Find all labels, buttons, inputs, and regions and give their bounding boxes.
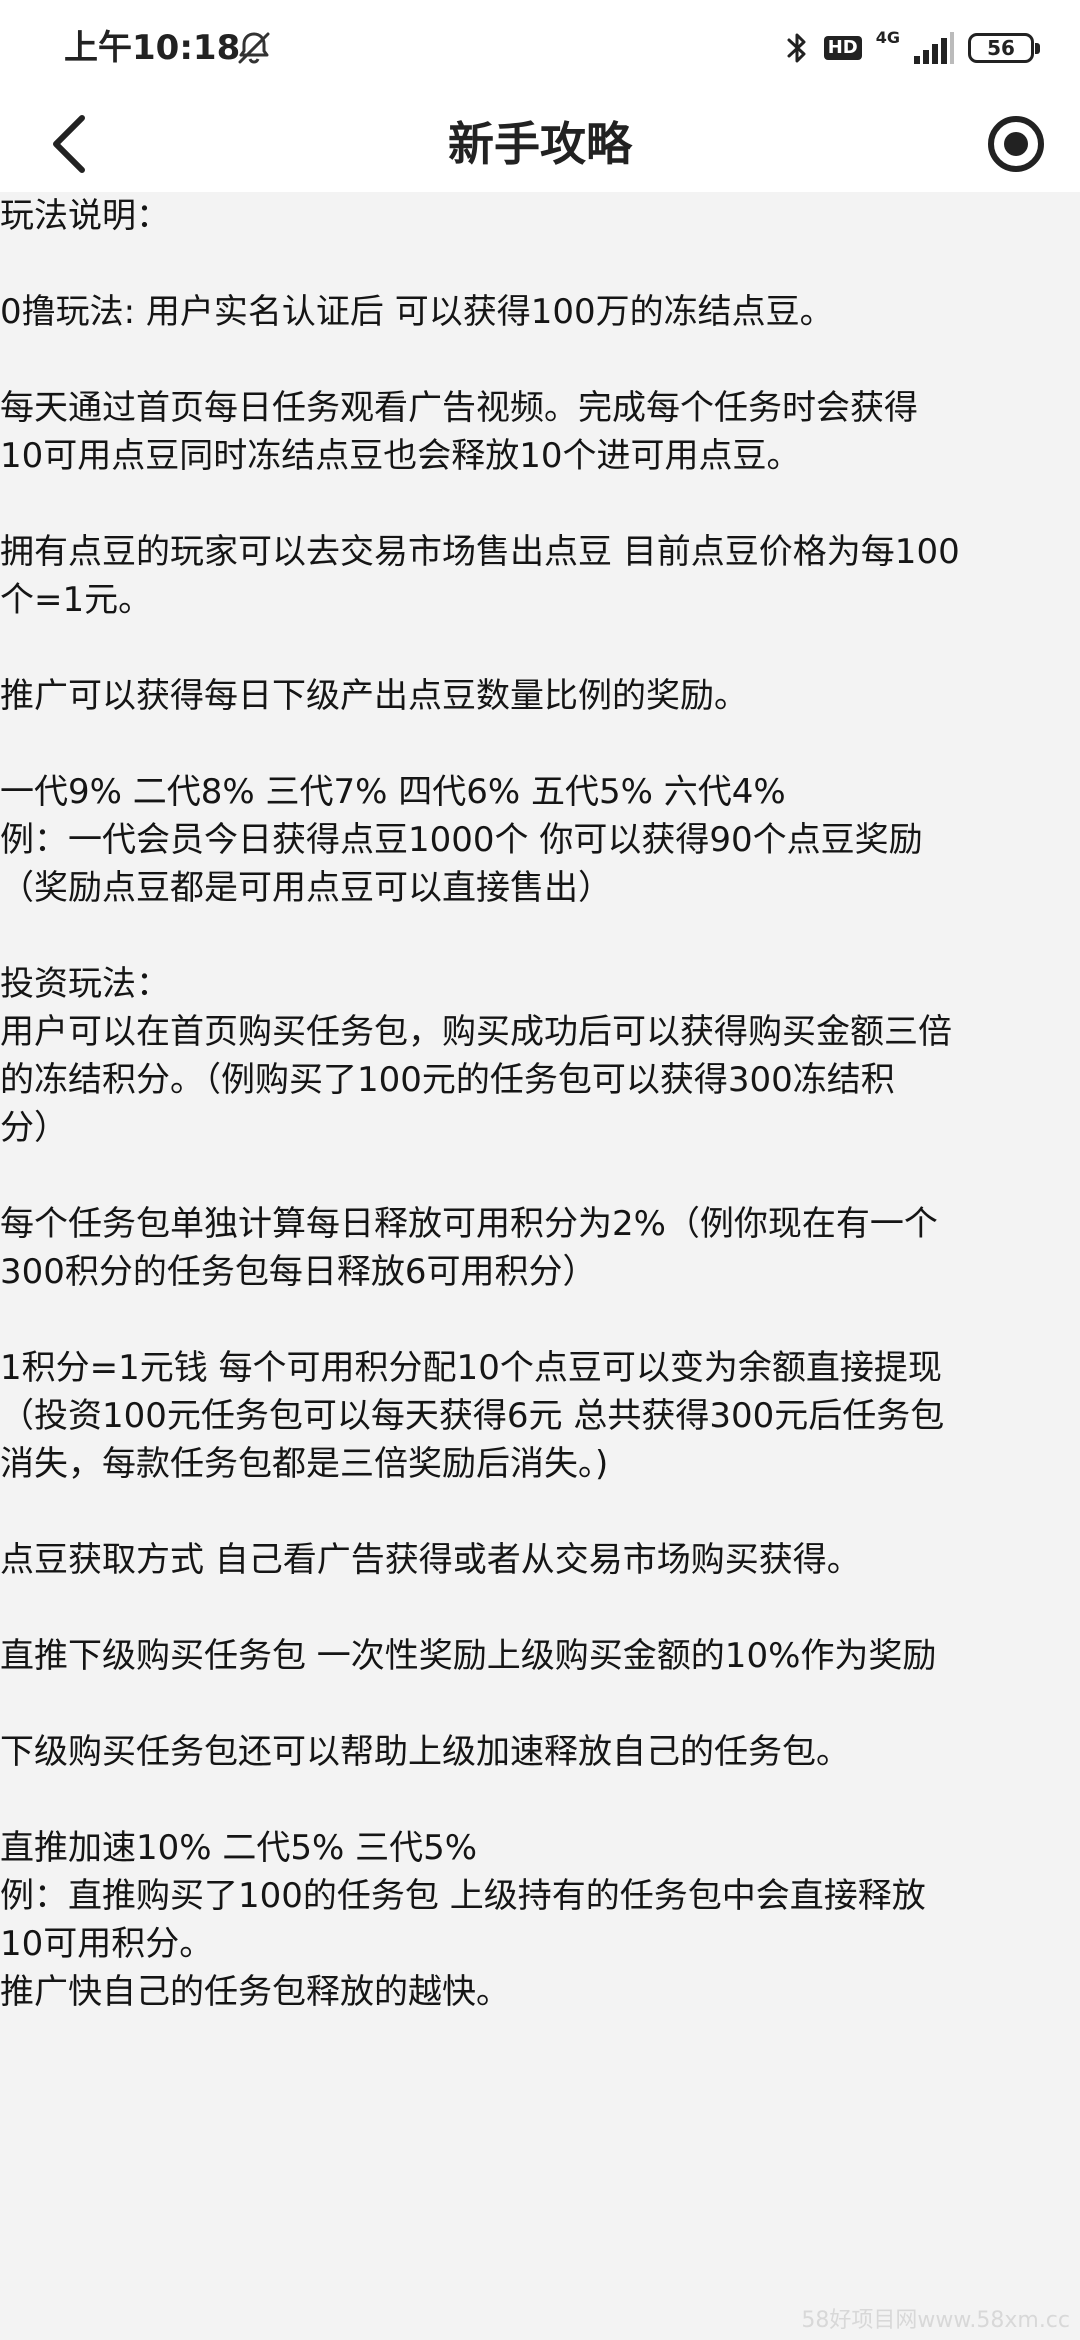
guide-line: 0撸玩法: 用户实名认证后 可以获得100万的冻结点豆。 [0, 292, 834, 332]
guide-paragraph: 直推加速10% 二代5% 三代5% 例：直推购买了100的任务包 上级持有的任务包… [0, 1824, 1080, 2016]
guide-line: 推广快自己的任务包释放的越快。 [0, 1972, 510, 2012]
guide-line: 消失，每款任务包都是三倍奖励后消失。) [0, 1444, 609, 1484]
guide-paragraph: 玩法说明： [0, 192, 1080, 240]
guide-line: 一代9% 二代8% 三代7% 四代6% 五代5% 六代4% [0, 772, 786, 812]
guide-line: 例：直推购买了100的任务包 上级持有的任务包中会直接释放 [0, 1876, 926, 1916]
guide-paragraph: 下级购买任务包还可以帮助上级加速释放自己的任务包。 [0, 1728, 1080, 1776]
signal-icon [914, 32, 954, 64]
guide-line: 推广可以获得每日下级产出点豆数量比例的奖励。 [0, 676, 748, 716]
watermark: 58好项目网www.58xm.cc [801, 2308, 1070, 2333]
notifications-muted-icon [238, 32, 270, 64]
guide-line: 投资玩法： [0, 964, 170, 1004]
target-icon [988, 116, 1044, 172]
page-title: 新手攻略 [448, 117, 632, 171]
status-bar: 上午10:18 HD 4G 56 [0, 0, 1080, 96]
guide-line: 300积分的任务包每日释放6可用积分） [0, 1252, 597, 1292]
guide-line: 玩法说明： [0, 196, 170, 236]
guide-line: 直推下级购买任务包 一次性奖励上级购买金额的10%作为奖励 [0, 1636, 937, 1676]
hd-badge: HD [823, 36, 862, 60]
guide-line: 下级购买任务包还可以帮助上级加速释放自己的任务包。 [0, 1732, 850, 1772]
guide-line: 每天通过首页每日任务观看广告视频。完成每个任务时会获得 [0, 388, 918, 428]
capsule-button[interactable] [968, 96, 1064, 192]
guide-line: 例：一代会员今日获得点豆1000个 你可以获得90个点豆奖励 [0, 820, 923, 860]
guide-paragraph: 点豆获取方式 自己看广告获得或者从交易市场购买获得。 [0, 1536, 1080, 1584]
network-type: 4G [875, 28, 900, 47]
guide-line: 1积分=1元钱 每个可用积分配10个点豆可以变为余额直接提现 [0, 1348, 942, 1388]
guide-paragraph: 直推下级购买任务包 一次性奖励上级购买金额的10%作为奖励 [0, 1632, 1080, 1680]
status-time: 上午10:18 [64, 28, 241, 68]
battery-level: 56 [987, 36, 1015, 60]
guide-line: 拥有点豆的玩家可以去交易市场售出点豆 目前点豆价格为每100 [0, 532, 960, 572]
guide-line: 10可用积分。 [0, 1924, 214, 1964]
guide-paragraph: 一代9% 二代8% 三代7% 四代6% 五代5% 六代4% 例：一代会员今日获得点… [0, 768, 1080, 912]
guide-line: 分） [0, 1108, 68, 1148]
guide-line: 10可用点豆同时冻结点豆也会释放10个进可用点豆。 [0, 436, 801, 476]
guide-line: （投资100元任务包可以每天获得6元 总共获得300元后任务包 [0, 1396, 945, 1436]
guide-line: 个=1元。 [0, 580, 153, 620]
guide-paragraph: 拥有点豆的玩家可以去交易市场售出点豆 目前点豆价格为每100 个=1元。 [0, 528, 1080, 624]
guide-paragraph: 每个任务包单独计算每日释放可用积分为2%（例你现在有一个 300积分的任务包每日释… [0, 1200, 1080, 1296]
guide-paragraph: 投资玩法： 用户可以在首页购买任务包，购买成功后可以获得购买金额三倍 的冻结积分。（… [0, 960, 1080, 1152]
guide-paragraph: 1积分=1元钱 每个可用积分配10个点豆可以变为余额直接提现 （投资100元任务包… [0, 1344, 1080, 1488]
nav-bar: 新手攻略 [0, 96, 1080, 192]
battery-indicator: 56 [968, 33, 1040, 63]
guide-paragraph: 每天通过首页每日任务观看广告视频。完成每个任务时会获得 10可用点豆同时冻结点豆也… [0, 384, 1080, 480]
guide-line: 每个任务包单独计算每日释放可用积分为2%（例你现在有一个 [0, 1204, 938, 1244]
guide-line: （奖励点豆都是可用点豆可以直接售出） [0, 868, 612, 908]
guide-line: 点豆获取方式 自己看广告获得或者从交易市场购买获得。 [0, 1540, 861, 1580]
status-icons: HD 4G 56 [784, 26, 1040, 70]
guide-line: 的冻结积分。（例购买了100元的任务包可以获得300冻结积 [0, 1060, 895, 1100]
guide-line: 用户可以在首页购买任务包，购买成功后可以获得购买金额三倍 [0, 1012, 952, 1052]
guide-content: 玩法说明： 0撸玩法: 用户实名认证后 可以获得100万的冻结点豆。每天通过首页每… [0, 192, 1080, 2064]
guide-paragraph: 0撸玩法: 用户实名认证后 可以获得100万的冻结点豆。 [0, 288, 1080, 336]
bluetooth-icon [787, 33, 806, 63]
guide-line: 直推加速10% 二代5% 三代5% [0, 1828, 478, 1868]
guide-paragraph: 推广可以获得每日下级产出点豆数量比例的奖励。 [0, 672, 1080, 720]
